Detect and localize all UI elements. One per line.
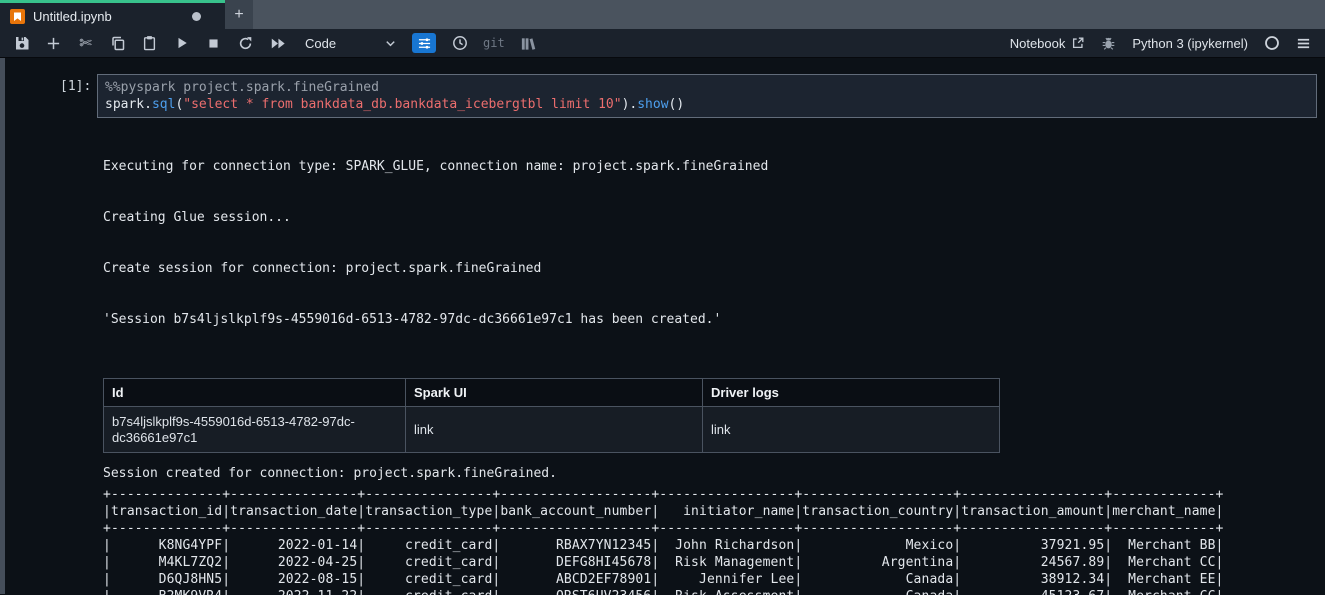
chevron-down-icon — [384, 37, 397, 50]
log-line: Executing for connection type: SPARK_GLU… — [103, 158, 1317, 175]
cell-outputs: Executing for connection type: SPARK_GLU… — [97, 124, 1317, 595]
cell-execution-count: [1]: — [60, 74, 90, 118]
notebook-panel: [1]: %%pyspark project.spark.fineGrained… — [0, 58, 1325, 594]
plus-icon — [46, 36, 61, 51]
session-created-line: Session created for connection: project.… — [103, 465, 1317, 482]
paste-icon — [142, 35, 157, 51]
copy-cells-button[interactable] — [109, 35, 126, 52]
new-tab-button[interactable]: + — [225, 0, 253, 29]
cell-type-select[interactable]: Code — [305, 36, 397, 51]
run-cell-button[interactable] — [173, 35, 190, 52]
notebook-toolbar: ✄ Code git Notebook Python 3 (ipykernel) — [0, 29, 1325, 58]
insert-cell-button[interactable] — [45, 35, 62, 52]
external-link-icon — [1071, 36, 1085, 50]
notebook-link-label: Notebook — [1010, 36, 1066, 51]
log-line: Create session for connection: project.s… — [103, 260, 1317, 277]
git-button[interactable]: git — [483, 36, 505, 50]
save-button[interactable] — [13, 35, 30, 52]
tab-bar: Untitled.ipynb + — [0, 0, 1325, 29]
kernel-name-button[interactable]: Python 3 (ipykernel) — [1132, 36, 1248, 51]
kernel-status-indicator — [1263, 35, 1280, 52]
spark-ui-link[interactable]: link — [406, 407, 703, 453]
library-button[interactable] — [520, 35, 537, 52]
log-line: 'Session b7s4ljslkplf9s-4559016d-6513-47… — [103, 311, 1317, 328]
cell-type-label: Code — [305, 36, 336, 51]
session-id-cell: b7s4ljslkplf9s-4559016d-6513-4782-97dc-d… — [104, 407, 406, 453]
scissors-icon: ✄ — [79, 36, 92, 51]
cut-cells-button[interactable]: ✄ — [77, 35, 94, 52]
bug-icon — [1101, 36, 1116, 51]
driver-logs-link[interactable]: link — [703, 407, 1000, 453]
books-icon — [520, 36, 536, 51]
session-info-table: Id Spark UI Driver logs b7s4ljslkplf9s-4… — [103, 378, 1000, 453]
code-magic-line: %%pyspark project.spark.fineGrained — [105, 79, 1309, 96]
spark-ascii-table: +--------------+----------------+-------… — [103, 486, 1317, 595]
unsaved-changes-indicator — [192, 12, 201, 21]
clock-icon — [452, 35, 468, 51]
restart-run-all-button[interactable] — [269, 35, 286, 52]
run-icon — [175, 36, 189, 50]
fast-forward-icon — [270, 37, 286, 50]
kernel-idle-circle-icon — [1264, 35, 1280, 51]
code-line: spark.sql("select * from bankdata_db.ban… — [105, 96, 1309, 113]
log-line: Creating Glue session... — [103, 209, 1317, 226]
tab-title: Untitled.ipynb — [33, 9, 184, 24]
open-notebook-button[interactable]: Notebook — [1010, 36, 1086, 51]
restart-icon — [238, 36, 253, 51]
session-table-header-id: Id — [104, 379, 406, 407]
interrupt-kernel-button[interactable] — [205, 35, 222, 52]
restart-kernel-button[interactable] — [237, 35, 254, 52]
session-table-header-driver-logs: Driver logs — [703, 379, 1000, 407]
code-cell: [1]: %%pyspark project.spark.fineGrained… — [60, 74, 1317, 118]
debugger-button[interactable] — [1100, 35, 1117, 52]
stop-icon — [207, 37, 220, 50]
session-table-row: b7s4ljslkplf9s-4559016d-6513-4782-97dc-d… — [104, 407, 1000, 453]
notebook-menu-button[interactable] — [1295, 35, 1312, 52]
copy-icon — [110, 35, 126, 51]
paste-cells-button[interactable] — [141, 35, 158, 52]
session-table-header-spark-ui: Spark UI — [406, 379, 703, 407]
code-cell-input[interactable]: %%pyspark project.spark.fineGrainedspark… — [97, 74, 1317, 118]
tab-bar-empty-space — [253, 0, 1325, 29]
execution-history-button[interactable] — [451, 35, 468, 52]
execution-log: Executing for connection type: SPARK_GLU… — [103, 124, 1317, 362]
notebook-file-icon — [10, 9, 25, 24]
collapsed-sidebar-strip[interactable] — [0, 58, 5, 594]
save-icon — [14, 35, 30, 51]
tab-untitled-notebook[interactable]: Untitled.ipynb — [0, 0, 225, 29]
toggle-cell-toolbar-button[interactable] — [412, 33, 436, 53]
sliders-icon — [417, 37, 432, 50]
hamburger-menu-icon — [1296, 36, 1311, 51]
